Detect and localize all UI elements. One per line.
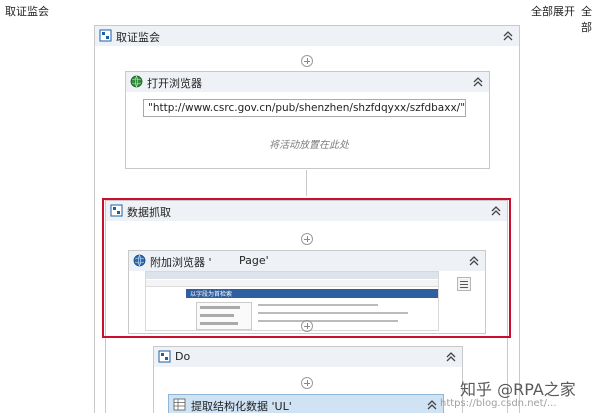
thumb-sidebar-item — [200, 322, 238, 325]
do-title: Do — [175, 350, 191, 363]
sequence-icon — [110, 204, 123, 217]
open-browser-activity[interactable]: 打开浏览器 "http://www.csrc.gov.cn/pub/shenzh… — [125, 71, 490, 169]
table-icon — [173, 398, 186, 411]
extract-data-title: 提取结构化数据 'UL' — [191, 400, 292, 413]
watermark-text: 知乎 @RPA之家 — [460, 380, 576, 399]
collapse-all-button[interactable]: 全部 — [581, 3, 600, 35]
open-browser-header[interactable]: 打开浏览器 — [126, 72, 489, 92]
extract-data-activity[interactable]: 提取结构化数据 'UL' — [168, 394, 444, 413]
workflow-title: 取证监会 — [5, 5, 49, 18]
globe-icon — [130, 75, 143, 88]
add-activity-icon[interactable] — [301, 55, 313, 67]
globe-icon — [133, 254, 146, 267]
attach-browser-header[interactable]: 附加浏览器 ' Page' — [129, 251, 485, 271]
sequence-title: 取证监会 — [116, 31, 160, 44]
collapse-chevron-icon[interactable] — [502, 30, 514, 42]
open-browser-title: 打开浏览器 — [147, 77, 202, 90]
expand-all-button[interactable]: 全部展开 — [531, 3, 575, 19]
attach-browser-title-suffix: Page' — [239, 254, 269, 267]
sequence-icon — [158, 350, 171, 363]
add-activity-icon[interactable] — [301, 377, 313, 389]
thumb-content-line — [258, 320, 398, 322]
thumb-content-line — [258, 312, 408, 314]
data-scraping-header[interactable]: 数据抓取 — [106, 201, 507, 221]
watermark-url: https://blog.csdn.net/... — [440, 398, 557, 409]
attach-browser-title: 附加浏览器 ' — [150, 256, 212, 269]
do-header[interactable]: Do — [154, 347, 462, 367]
thumb-addressbar — [146, 280, 438, 287]
thumb-content-line — [258, 304, 378, 306]
menu-icon[interactable] — [457, 277, 471, 291]
thumb-sidebar-item — [200, 306, 240, 309]
collapse-chevron-icon[interactable] — [426, 399, 438, 411]
thumb-tabbar — [146, 272, 438, 279]
connector-line — [306, 170, 307, 196]
collapse-chevron-icon[interactable] — [472, 76, 484, 88]
sequence-icon — [99, 29, 112, 42]
url-input[interactable]: "http://www.csrc.gov.cn/pub/shenzhen/shz… — [143, 99, 466, 117]
add-activity-icon[interactable] — [301, 320, 313, 332]
browser-screenshot-thumbnail[interactable]: 以字段为首检索 — [145, 271, 439, 331]
collapse-chevron-icon[interactable] — [490, 205, 502, 217]
collapse-chevron-icon[interactable] — [468, 255, 480, 267]
thumb-sidebar-item — [200, 314, 234, 317]
top-bar: 取证监会 全部展开 全部 — [0, 0, 600, 34]
data-scraping-title: 数据抓取 — [127, 206, 171, 219]
add-activity-icon[interactable] — [301, 233, 313, 245]
collapse-chevron-icon[interactable] — [445, 351, 457, 363]
thumb-search-text: 以字段为首检索 — [190, 291, 233, 298]
drop-activity-hint: 将活动放置在此处 — [269, 140, 349, 151]
sequence-header[interactable]: 取证监会 — [95, 26, 519, 46]
